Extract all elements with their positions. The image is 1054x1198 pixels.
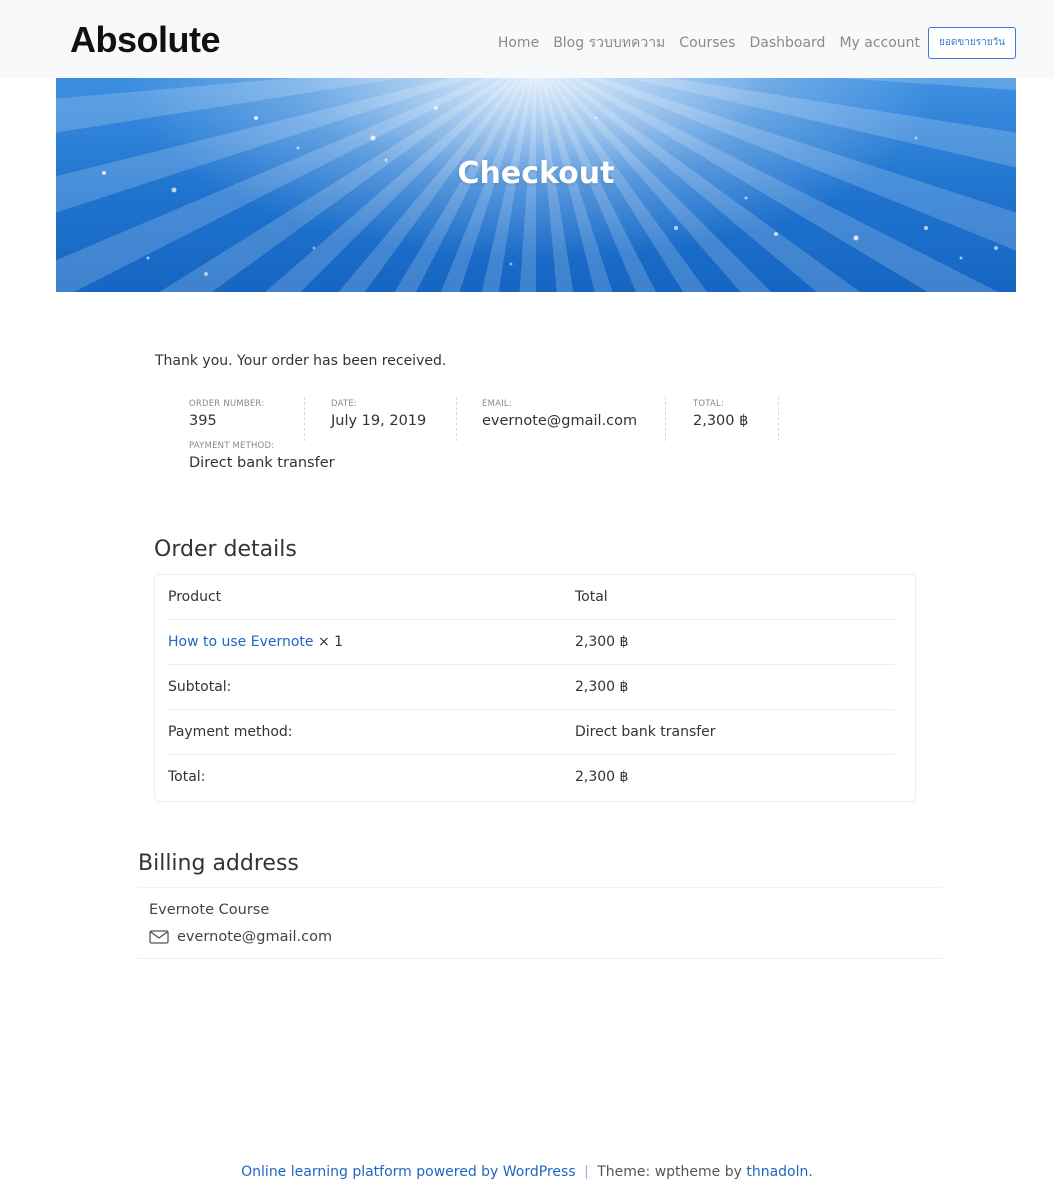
page-title: Checkout — [457, 156, 615, 191]
site-header: Absolute Home Blog รวบบทความ Courses Das… — [0, 0, 1054, 78]
page-hero-banner: Checkout — [56, 78, 1016, 292]
payment-method-row-value: Direct bank transfer — [575, 724, 716, 740]
order-number-label: ORDER NUMBER: — [189, 399, 265, 409]
email-label: EMAIL: — [482, 399, 512, 409]
total-label: TOTAL: — [693, 399, 725, 409]
billing-address-title: Billing address — [138, 851, 299, 876]
site-logo[interactable]: Absolute — [70, 20, 221, 60]
billing-email-line: evernote@gmail.com — [149, 929, 332, 945]
site-footer: Online learning platform powered by Word… — [0, 1164, 1054, 1180]
theme-author-link[interactable]: thnadoln. — [746, 1164, 812, 1180]
overview-email: EMAIL: evernote@gmail.com — [468, 397, 666, 441]
overview-order-number: ORDER NUMBER: 395 — [175, 397, 305, 441]
date-value: July 19, 2019 — [331, 413, 427, 429]
header-product: Product — [168, 589, 222, 605]
order-details-title: Order details — [154, 537, 297, 562]
table-row: Subtotal: 2,300 ฿ — [155, 665, 915, 710]
product-link[interactable]: How to use Evernote — [168, 634, 314, 650]
total-row-value: 2,300 ฿ — [575, 769, 629, 785]
overview-payment-method: PAYMENT METHOD: Direct bank transfer — [189, 439, 335, 473]
main-nav: Home Blog รวบบทความ Courses Dashboard My… — [484, 27, 1016, 59]
nav-dashboard[interactable]: Dashboard — [749, 27, 825, 59]
footer-separator: | — [584, 1164, 589, 1180]
nav-courses[interactable]: Courses — [679, 27, 735, 59]
theme-credit: Theme: wptheme by — [597, 1164, 742, 1180]
overview-total: TOTAL: 2,300 ฿ — [679, 397, 779, 441]
nav-home[interactable]: Home — [498, 27, 539, 59]
nav-my-account[interactable]: My account — [839, 27, 920, 59]
billing-address: Evernote Course evernote@gmail.com — [138, 887, 942, 959]
powered-by-link[interactable]: Online learning platform powered by Word… — [241, 1164, 575, 1180]
mail-icon — [149, 930, 169, 944]
payment-method-row-label: Payment method: — [168, 724, 293, 740]
payment-method-label: PAYMENT METHOD: — [189, 441, 275, 451]
product-total: 2,300 ฿ — [575, 634, 629, 650]
overview-date: DATE: July 19, 2019 — [317, 397, 457, 441]
payment-method-value: Direct bank transfer — [189, 455, 335, 471]
billing-name: Evernote Course — [149, 902, 270, 918]
subtotal-label: Subtotal: — [168, 679, 232, 695]
order-overview: ORDER NUMBER: 395 DATE: July 19, 2019 EM… — [175, 397, 795, 482]
subtotal-value: 2,300 ฿ — [575, 679, 629, 695]
total-value: 2,300 ฿ — [693, 413, 749, 429]
header-total: Total — [575, 589, 608, 605]
date-label: DATE: — [331, 399, 357, 409]
table-row: Payment method: Direct bank transfer — [155, 710, 915, 755]
order-received-message: Thank you. Your order has been received. — [155, 353, 447, 369]
table-header-row: Product Total — [155, 575, 915, 620]
daily-sales-button[interactable]: ยอดขายรายวัน — [928, 27, 1016, 59]
billing-email: evernote@gmail.com — [177, 929, 333, 945]
table-row: Total: 2,300 ฿ — [155, 755, 915, 800]
order-number-value: 395 — [189, 413, 217, 429]
product-quantity: × 1 — [317, 634, 344, 650]
total-row-label: Total: — [168, 769, 206, 785]
order-details-table: Product Total How to use Evernote × 1 2,… — [154, 574, 916, 802]
nav-blog[interactable]: Blog รวบบทความ — [553, 27, 665, 59]
email-value: evernote@gmail.com — [482, 413, 638, 429]
table-row: How to use Evernote × 1 2,300 ฿ — [155, 620, 915, 665]
product-cell: How to use Evernote × 1 — [168, 620, 343, 665]
